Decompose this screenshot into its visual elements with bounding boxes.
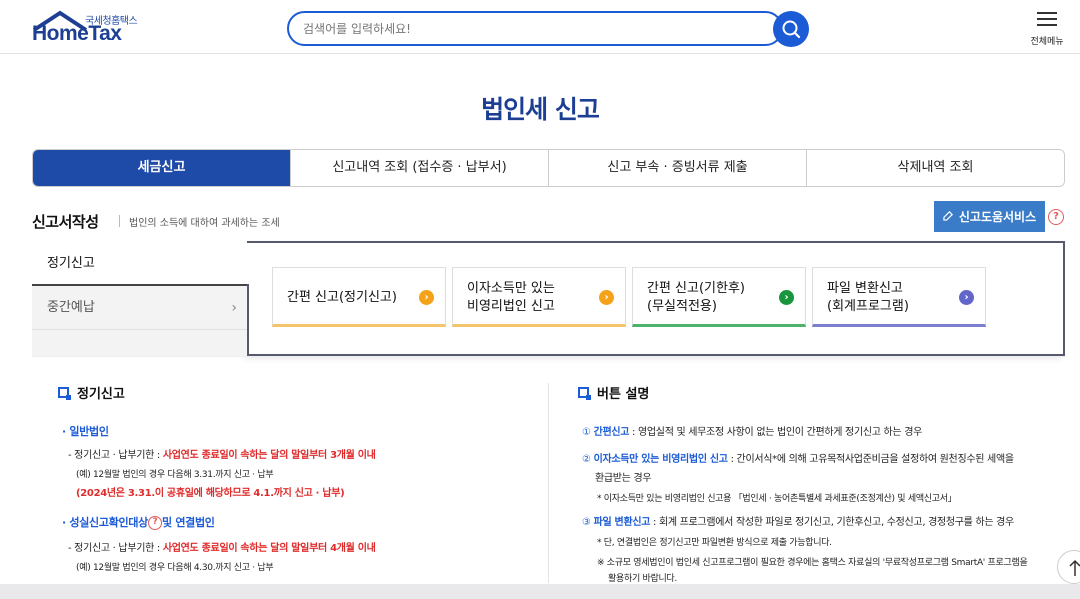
question-icon[interactable]: ? xyxy=(147,516,162,530)
arrow-up-icon xyxy=(1069,559,1080,576)
square-bullet-icon xyxy=(578,387,591,400)
card-file-conversion-filing[interactable]: 파일 변환신고 (회계프로그램) › xyxy=(812,267,986,327)
square-bullet-icon xyxy=(58,387,71,400)
section-title: 신고서작성 xyxy=(32,213,99,231)
card-label: 이자소득만 있는 비영리법인 신고 xyxy=(467,281,555,314)
search-box xyxy=(287,11,783,46)
desc-item-2-cont: 환급받는 경우 xyxy=(595,473,652,484)
edit-icon xyxy=(943,210,954,224)
top-header: 국세청홈택스 HomeTax 전체메뉴 xyxy=(0,0,1080,54)
card-label: 파일 변환신고 (회계프로그램) xyxy=(827,281,909,314)
faithful-example: (예) 12월말 법인의 경우 다음해 4.30.까지 신고 · 납부 xyxy=(76,563,274,573)
scroll-top-button[interactable] xyxy=(1057,550,1080,584)
tab-tax-filing[interactable]: 세금신고 xyxy=(33,150,291,186)
help-question-icon[interactable]: ? xyxy=(1048,209,1064,225)
sidebar-item-interim-prepayment[interactable]: 중간예납 › xyxy=(32,286,247,330)
tab-attachment-submit[interactable]: 신고 부속 · 증빙서류 제출 xyxy=(549,150,807,186)
tab-filing-history[interactable]: 신고내역 조회 (접수증 · 납부서) xyxy=(291,150,549,186)
desc-item-3-note-2: ※ 소규모 영세법인이 법인세 신고프로그램이 필요한 경우에는 홈택스 자료실… xyxy=(597,558,1028,568)
hamburger-icon xyxy=(1037,12,1057,26)
faithful-corp-label: · 성실신고확인대상? 및 연결법인 xyxy=(62,516,215,530)
section-description: 법인의 소득에 대하여 과세하는 조세 xyxy=(129,218,280,229)
desc-item-2: ② 이자소득만 있는 비영리법인 신고 : 간이서식*에 의해 고유목적사업준비… xyxy=(582,454,1014,465)
sidebar-item-regular-filing[interactable]: 정기신고 xyxy=(32,242,247,286)
button-desc-heading: 버튼 설명 xyxy=(578,383,649,402)
search-input[interactable] xyxy=(303,20,743,38)
card-simple-late-filing[interactable]: 간편 신고(기한후) (무실적전용) › xyxy=(632,267,806,327)
full-menu-label: 전체메뉴 xyxy=(1030,37,1064,47)
main-page: 법인세 신고 세금신고 신고내역 조회 (접수증 · 납부서) 신고 부속 · … xyxy=(15,14,1065,584)
card-simple-regular-filing[interactable]: 간편 신고(정기신고) › xyxy=(272,267,446,327)
arrow-circle-icon: › xyxy=(959,290,974,305)
card-nonprofit-interest-filing[interactable]: 이자소득만 있는 비영리법인 신고 › xyxy=(452,267,626,327)
arrow-circle-icon: › xyxy=(419,290,434,305)
arrow-circle-icon: › xyxy=(779,290,794,305)
general-corp-label: · 일반법인 xyxy=(62,425,109,438)
help-service-label: 신고도움서비스 xyxy=(958,210,1037,224)
tab-deleted-history[interactable]: 삭제내역 조회 xyxy=(807,150,1064,186)
faithful-deadline: - 정기신고 · 납부기한 : 사업연도 종료일이 속하는 달의 말일부터 4개… xyxy=(68,543,376,554)
general-holiday-note: (2024년은 3.31.이 공휴일에 해당하므로 4.1.까지 신고 · 납부… xyxy=(76,488,345,499)
panel-left-border xyxy=(247,284,249,356)
logo-english-text: HomeTax xyxy=(32,22,122,45)
help-service-button[interactable]: 신고도움서비스 xyxy=(934,201,1045,232)
outer-right-margin xyxy=(1065,0,1080,599)
card-label: 간편 신고(기한후) (무실적전용) xyxy=(647,281,745,314)
column-divider xyxy=(548,383,549,583)
general-example: (예) 12월말 법인의 경우 다음해 3.31.까지 신고 · 납부 xyxy=(76,470,274,480)
page-title: 법인세 신고 xyxy=(481,95,600,124)
general-deadline: - 정기신고 · 납부기한 : 사업연도 종료일이 속하는 달의 말일부터 3개… xyxy=(68,450,376,461)
search-button[interactable] xyxy=(773,11,809,47)
hometax-logo[interactable]: 국세청홈택스 HomeTax xyxy=(32,10,152,50)
card-label: 간편 신고(정기신고) xyxy=(287,290,397,305)
desc-item-3-note-3: 활용하기 바랍니다. xyxy=(608,574,677,584)
desc-item-2-note: * 이자소득만 있는 비영리법인 신고용 「법인세 · 농어촌특별세 과세표준(… xyxy=(597,494,957,504)
sidebar-filler xyxy=(32,330,247,356)
search-icon xyxy=(782,20,801,39)
outer-left-margin xyxy=(0,0,15,599)
full-menu-button[interactable]: 전체메뉴 xyxy=(1028,10,1066,50)
desc-item-3: ③ 파일 변환신고 : 회계 프로그램에서 작성한 파일로 정기신고, 기한후신… xyxy=(582,517,1014,528)
chevron-right-icon: › xyxy=(231,300,237,316)
desc-item-1: ① 간편신고 : 영업실적 및 세무조정 사항이 없는 법인이 간편하게 정기신… xyxy=(582,427,923,438)
arrow-circle-icon: › xyxy=(599,290,614,305)
section-divider xyxy=(119,215,120,227)
regular-filing-heading: 정기신고 xyxy=(58,383,125,402)
tab-bar: 세금신고 신고내역 조회 (접수증 · 납부서) 신고 부속 · 증빙서류 제출… xyxy=(32,149,1065,187)
outer-bottom-margin xyxy=(0,584,1080,599)
sidebar-item-label: 중간예납 xyxy=(47,300,95,315)
desc-item-3-note-1: * 단, 연결법인은 정기신고만 파일변환 방식으로 제출 가능합니다. xyxy=(597,538,832,548)
